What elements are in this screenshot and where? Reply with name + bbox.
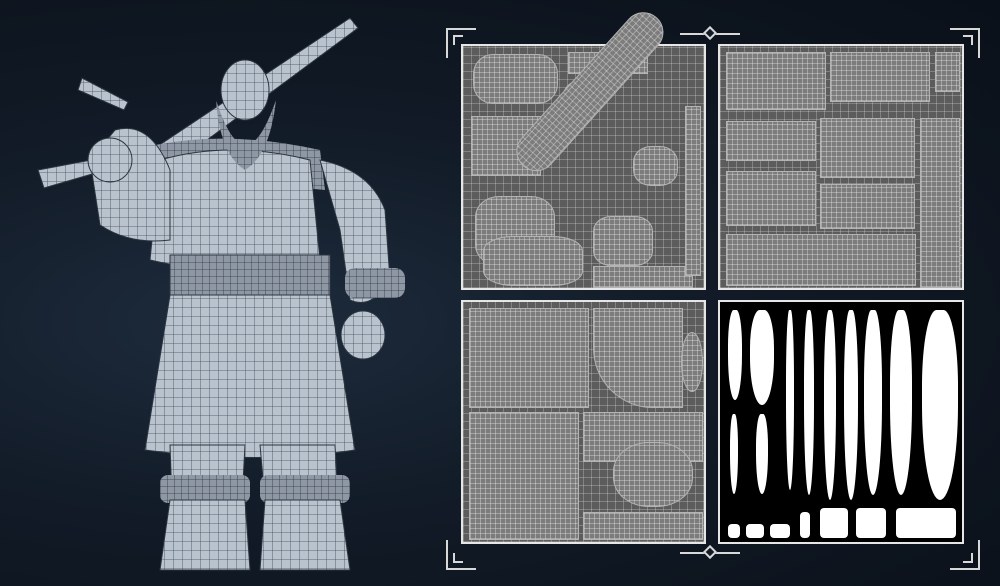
uv-panel-armor-sword <box>461 3 706 290</box>
uv-island <box>820 118 915 178</box>
uv-island <box>473 54 558 104</box>
uv-island <box>593 308 683 408</box>
uv-island <box>726 121 816 161</box>
uv-island <box>820 184 915 229</box>
uv-island <box>633 146 678 186</box>
character-render <box>37 17 405 571</box>
hair-strand <box>730 414 738 494</box>
uv-island <box>935 52 960 92</box>
uv-island <box>593 266 693 288</box>
uv-island <box>469 412 579 540</box>
frame-corner-ornament <box>446 540 476 570</box>
uv-island <box>593 216 653 266</box>
hair-strand <box>728 310 742 400</box>
uv-island <box>469 308 589 408</box>
uv-island <box>583 512 703 540</box>
hair-card-alpha-panel <box>718 300 964 544</box>
hair-strand-short <box>896 508 956 538</box>
hair-strand <box>786 310 794 490</box>
hair-strand <box>844 310 858 500</box>
uv-panel-cloth <box>718 44 964 290</box>
hair-strand <box>804 310 814 495</box>
hair-strand <box>890 310 912 495</box>
hair-strand <box>750 310 774 405</box>
hair-strand <box>824 310 836 500</box>
hair-strand-short <box>770 524 790 538</box>
hair-strand-short <box>856 508 886 538</box>
frame-corner-ornament <box>950 540 980 570</box>
hair-strand-short <box>728 524 740 538</box>
hair-strand-short <box>746 524 764 538</box>
uv-island <box>681 332 703 392</box>
frame-diamond-ornament <box>702 25 718 41</box>
hair-strand <box>922 310 958 500</box>
uv-island-head <box>613 442 693 507</box>
uv-island <box>830 52 930 102</box>
uv-island <box>483 236 583 286</box>
uv-island <box>726 52 826 110</box>
uv-panel-body-head <box>461 300 706 544</box>
uv-island <box>685 106 701 276</box>
hair-strand <box>864 310 882 495</box>
uv-island <box>726 234 916 286</box>
uv-island <box>726 171 816 226</box>
hair-strand-short <box>800 512 810 538</box>
frame-diamond-ornament <box>702 544 718 560</box>
uv-island <box>920 118 960 288</box>
hair-strand <box>756 414 768 494</box>
hair-strand-short <box>820 508 848 538</box>
